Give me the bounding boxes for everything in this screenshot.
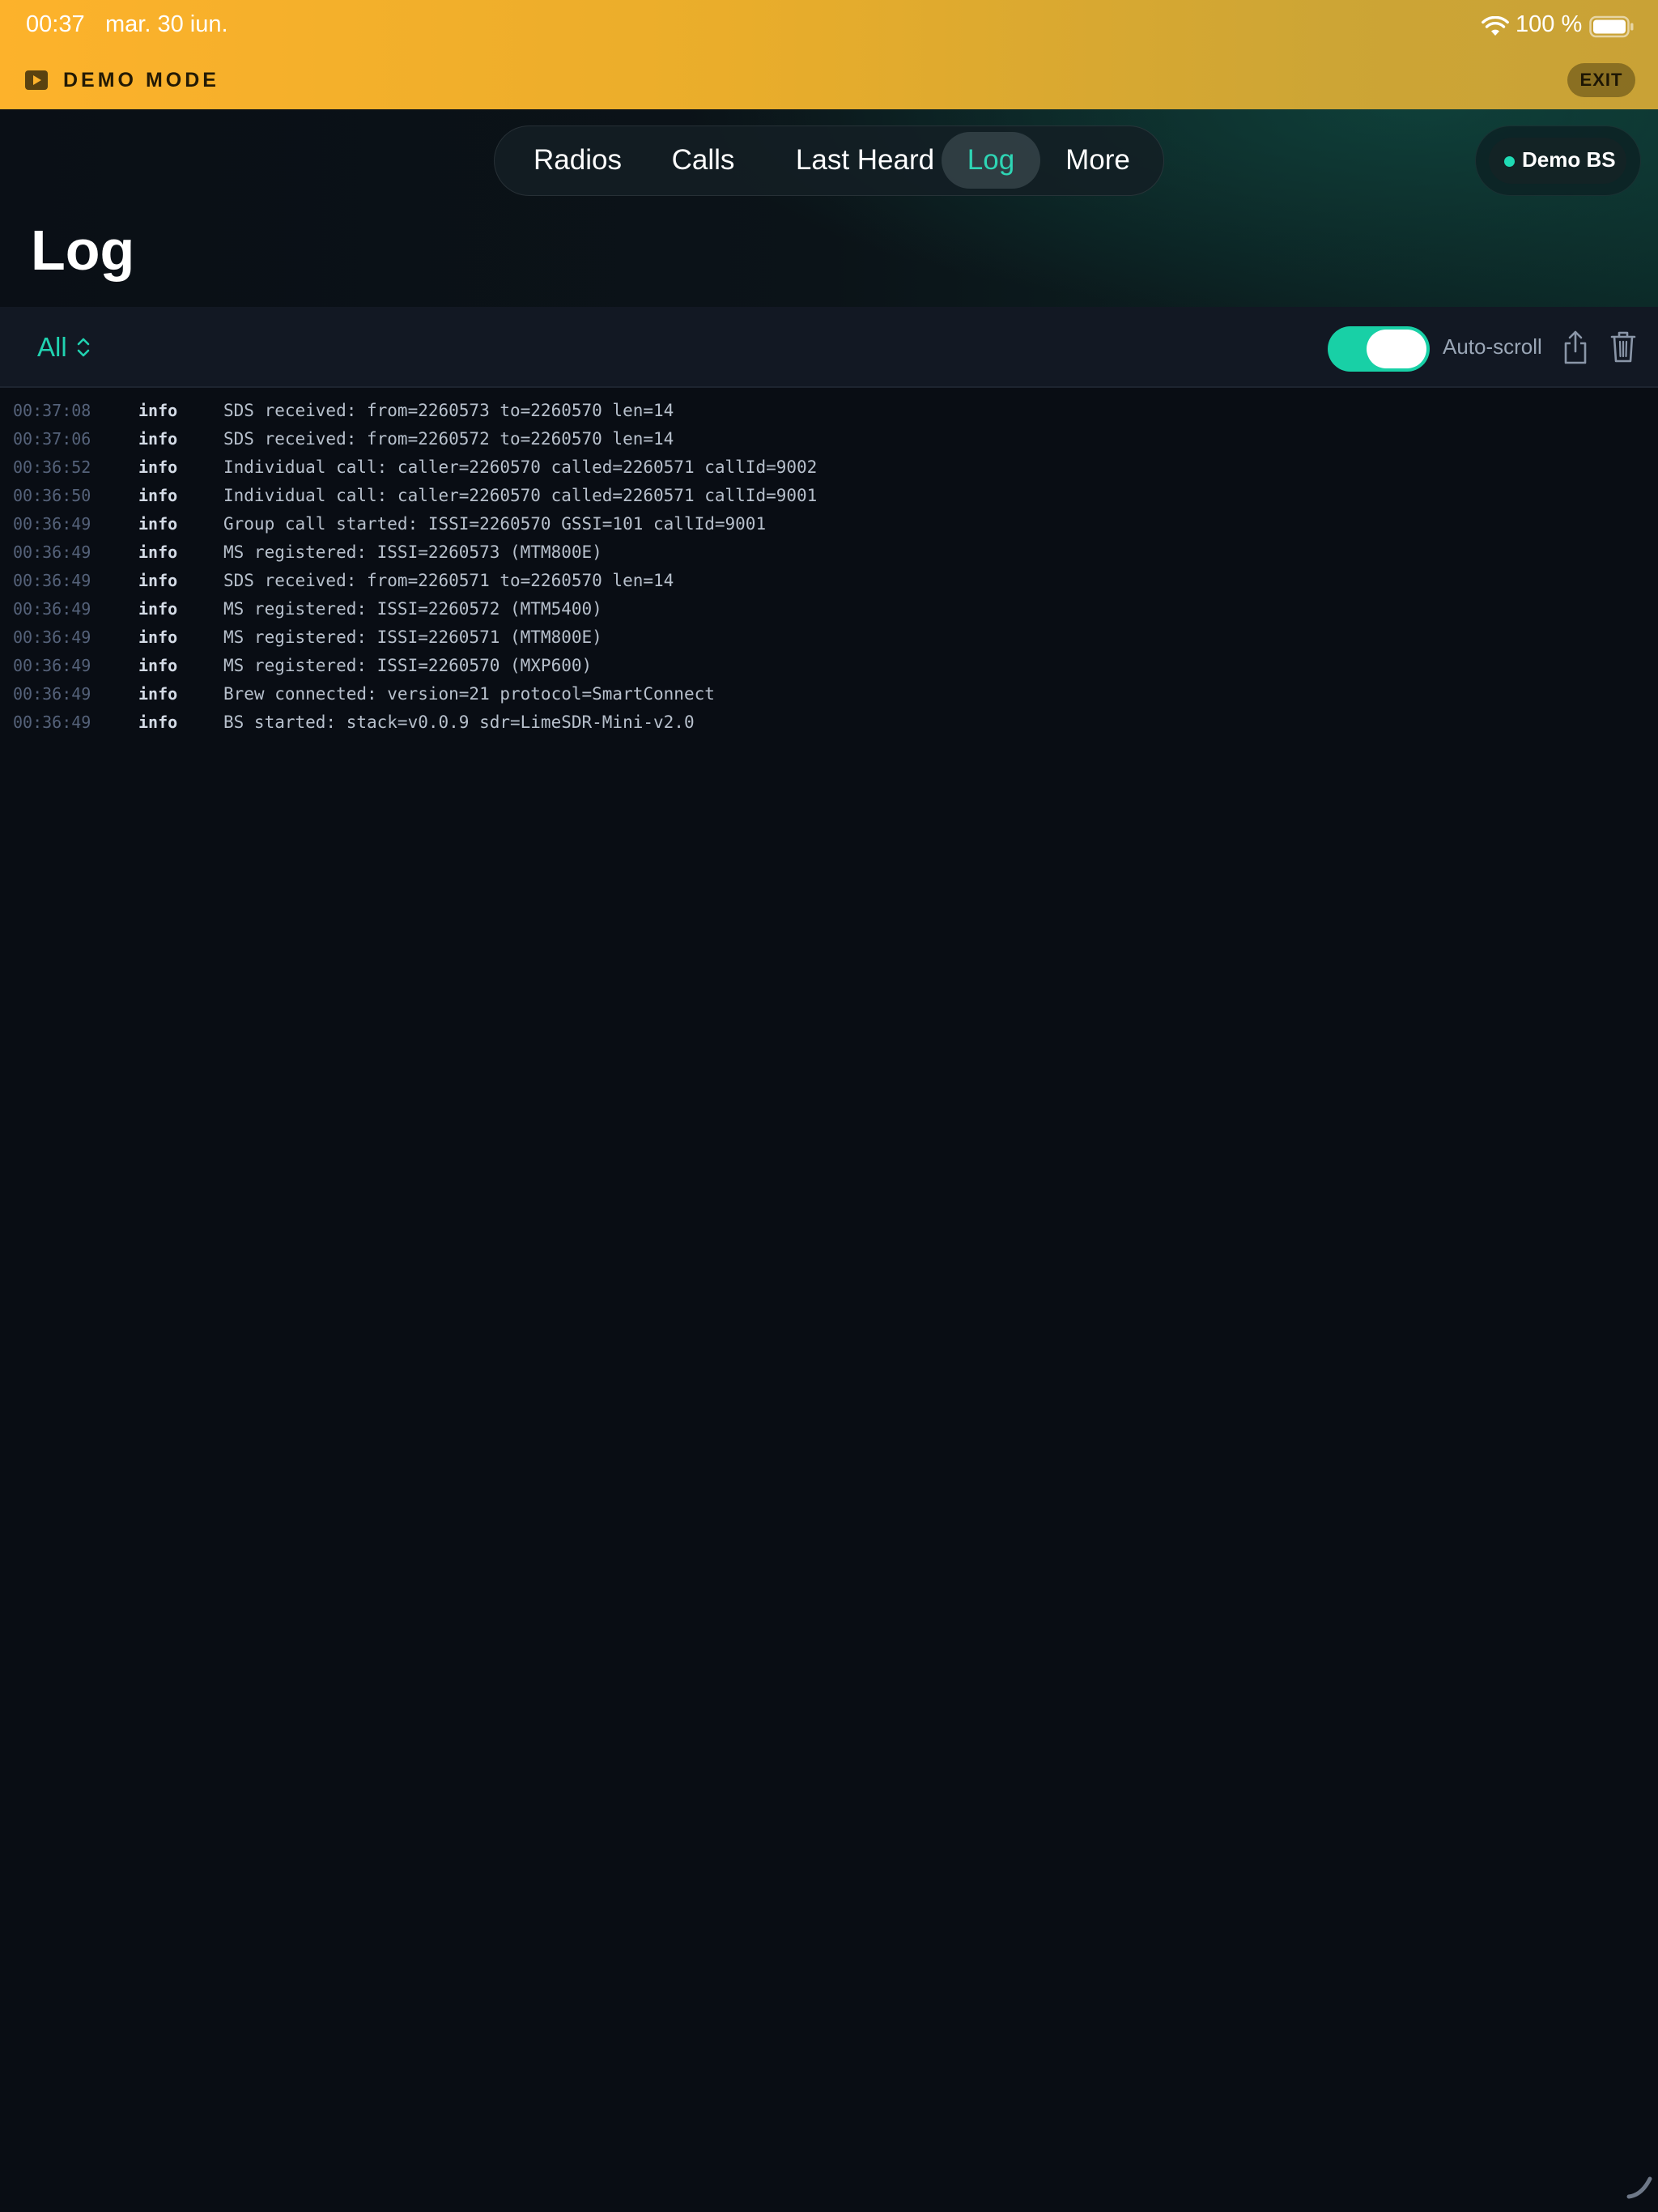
autoscroll-label: Auto-scroll [1443, 334, 1542, 359]
log-level: info [138, 542, 178, 562]
log-level: info [138, 599, 178, 619]
trash-icon[interactable] [1609, 330, 1637, 364]
log-message: SDS received: from=2260573 to=2260570 le… [223, 401, 674, 420]
log-level: info [138, 684, 178, 704]
log-row: 00:36:49 info MS registered: ISSI=226057… [0, 596, 1658, 624]
tab-bar: Radios Calls Last Heard Log More [494, 125, 1164, 196]
log-time: 00:36:49 [13, 713, 91, 732]
base-station-chip: Demo BS [1489, 138, 1626, 184]
base-station-selector[interactable]: Demo BS [1475, 125, 1641, 196]
log-message: MS registered: ISSI=2260572 (MTM5400) [223, 599, 602, 619]
share-icon[interactable] [1562, 330, 1589, 365]
log-message: Group call started: ISSI=2260570 GSSI=10… [223, 514, 767, 534]
wifi-icon [1482, 16, 1509, 36]
log-message: BS started: stack=v0.0.9 sdr=LimeSDR-Min… [223, 713, 695, 732]
log-level: info [138, 401, 178, 420]
scroll-indicator[interactable] [1626, 2172, 1653, 2200]
log-row: 00:37:06 info SDS received: from=2260572… [0, 426, 1658, 454]
status-dot [1504, 156, 1515, 167]
log-time: 00:36:49 [13, 542, 91, 562]
log-toolbar: All Auto-scroll [0, 307, 1658, 388]
demo-mode-banner: 00:37 mar. 30 iun. 100 % DEMO MODE EXIT [0, 0, 1658, 109]
header: Radios Calls Last Heard Log More Demo BS… [0, 109, 1658, 307]
log-level: info [138, 627, 178, 647]
log-time: 00:36:49 [13, 571, 91, 590]
play-icon [25, 70, 48, 90]
level-filter-select[interactable]: All [37, 331, 91, 364]
demo-mode-label: DEMO MODE [63, 69, 219, 91]
tab-radios[interactable]: Radios [515, 132, 640, 189]
log-level: info [138, 571, 178, 590]
log-row: 00:36:52 info Individual call: caller=22… [0, 454, 1658, 483]
log-time: 00:36:49 [13, 514, 91, 534]
log-time: 00:37:08 [13, 401, 91, 420]
chevron-up-down-icon [77, 338, 89, 357]
log-level: info [138, 656, 178, 675]
status-date: mar. 30 iun. [105, 11, 228, 37]
log-message: MS registered: ISSI=2260571 (MTM800E) [223, 627, 602, 647]
log-message: SDS received: from=2260572 to=2260570 le… [223, 429, 674, 449]
log-row: 00:36:49 info MS registered: ISSI=226057… [0, 539, 1658, 568]
log-message: MS registered: ISSI=2260570 (MXP600) [223, 656, 593, 675]
log-time: 00:36:50 [13, 486, 91, 505]
log-level: info [138, 486, 178, 505]
page-title: Log [31, 219, 135, 282]
toggle-knob [1367, 330, 1426, 368]
log-row: 00:36:49 info Group call started: ISSI=2… [0, 511, 1658, 539]
log-level: info [138, 514, 178, 534]
log-message: Brew connected: version=21 protocol=Smar… [223, 684, 715, 704]
log-level: info [138, 429, 178, 449]
log-time: 00:36:49 [13, 599, 91, 619]
log-time: 00:36:52 [13, 457, 91, 477]
log-time: 00:36:49 [13, 627, 91, 647]
log-time: 00:36:49 [13, 656, 91, 675]
log-row: 00:36:49 info Brew connected: version=21… [0, 681, 1658, 709]
status-time: 00:37 [26, 11, 85, 37]
battery-percentage: 100 % [1516, 11, 1583, 37]
tab-last-heard[interactable]: Last Heard [766, 132, 964, 189]
exit-demo-button[interactable]: EXIT [1567, 63, 1635, 97]
log-message: Individual call: caller=2260570 called=2… [223, 486, 818, 505]
log-message: Individual call: caller=2260570 called=2… [223, 457, 818, 477]
log-level: info [138, 713, 178, 732]
tab-log[interactable]: Log [942, 132, 1040, 189]
log-row: 00:36:49 info MS registered: ISSI=226057… [0, 624, 1658, 653]
log-time: 00:37:06 [13, 429, 91, 449]
log-row: 00:36:49 info SDS received: from=2260571… [0, 568, 1658, 596]
filter-label: All [37, 332, 67, 362]
tab-more[interactable]: More [1045, 132, 1150, 189]
log-time: 00:36:49 [13, 684, 91, 704]
log-row: 00:37:08 info SDS received: from=2260573… [0, 398, 1658, 426]
log-row: 00:36:49 info MS registered: ISSI=226057… [0, 653, 1658, 681]
log-message: MS registered: ISSI=2260573 (MTM800E) [223, 542, 602, 562]
log-row: 00:36:50 info Individual call: caller=22… [0, 483, 1658, 511]
base-station-label: Demo BS [1522, 147, 1616, 172]
log-list[interactable]: 00:37:08 info SDS received: from=2260573… [0, 398, 1658, 738]
log-message: SDS received: from=2260571 to=2260570 le… [223, 571, 674, 590]
autoscroll-toggle[interactable] [1328, 326, 1430, 372]
log-row: 00:36:49 info BS started: stack=v0.0.9 s… [0, 709, 1658, 738]
log-level: info [138, 457, 178, 477]
battery-icon [1589, 15, 1634, 38]
tab-calls[interactable]: Calls [648, 132, 758, 189]
